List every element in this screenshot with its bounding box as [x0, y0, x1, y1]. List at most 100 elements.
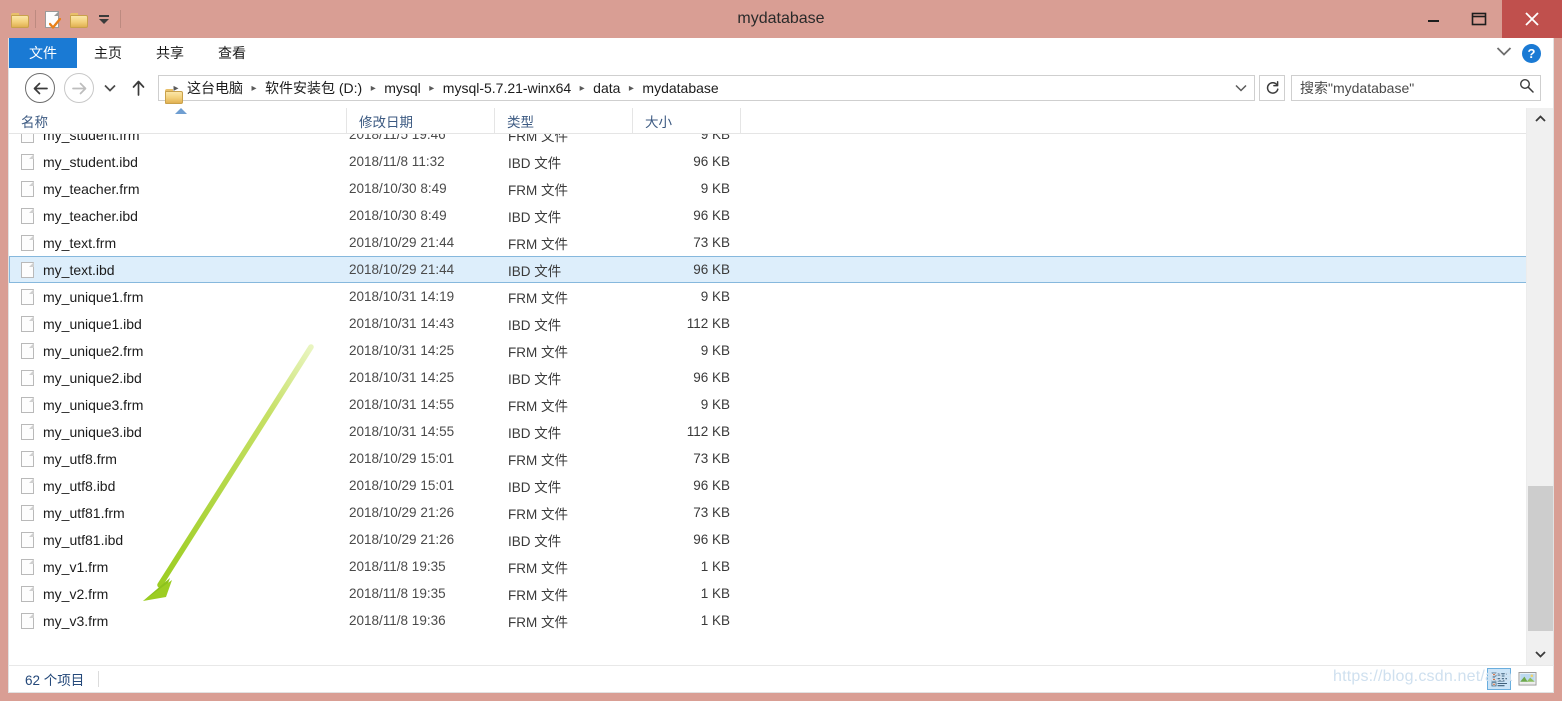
file-name-label: my_v1.frm — [43, 558, 109, 575]
file-size-cell: 96 KB — [693, 370, 730, 385]
file-size-cell: 73 KB — [693, 235, 730, 250]
file-list-pane: 名称 修改日期 类型 大小 my_student.frm 2018/11/5 19… — [8, 108, 1554, 665]
table-row[interactable]: my_student.frm 2018/11/5 19:46 FRM 文件 9 KB — [9, 134, 1528, 148]
search-icon[interactable] — [1519, 78, 1534, 98]
file-date-cell: 2018/10/31 14:55 — [349, 397, 455, 412]
table-row[interactable]: my_unique1.frm 2018/10/31 14:19 FRM 文件 9 KB — [9, 283, 1528, 310]
breadcrumb-separator: ▸ — [579, 82, 585, 94]
file-icon — [21, 585, 34, 602]
search-input[interactable] — [1298, 79, 1519, 97]
address-bar: ▸ 这台电脑 ▸ 软件安装包 (D:) ▸ mysql ▸ mysql-5.7.… — [8, 68, 1554, 108]
table-row[interactable]: my_teacher.ibd 2018/10/30 8:49 IBD 文件 96 KB — [9, 202, 1528, 229]
file-type-cell: FRM 文件 — [508, 614, 568, 630]
file-name-label: my_utf81.frm — [43, 504, 125, 521]
details-view-button[interactable] — [1487, 668, 1511, 690]
table-row[interactable]: my_text.frm 2018/10/29 21:44 FRM 文件 73 KB — [9, 229, 1528, 256]
file-name-cell: my_v3.frm — [10, 612, 348, 629]
file-name-cell: my_teacher.ibd — [10, 207, 348, 224]
file-size-cell: 1 KB — [700, 586, 730, 601]
table-row[interactable]: my_teacher.frm 2018/10/30 8:49 FRM 文件 9 KB — [9, 175, 1528, 202]
file-date-cell: 2018/10/29 21:26 — [349, 505, 455, 520]
table-row[interactable]: my_v1.frm 2018/11/8 19:35 FRM 文件 1 KB — [9, 553, 1528, 580]
forward-button[interactable] — [64, 73, 94, 103]
up-one-level-button[interactable] — [126, 76, 150, 100]
file-type-cell: IBD 文件 — [508, 425, 562, 441]
table-row[interactable]: my_student.ibd 2018/11/8 11:32 IBD 文件 96 KB — [9, 148, 1528, 175]
file-type-cell: FRM 文件 — [508, 452, 568, 468]
file-type-cell: IBD 文件 — [508, 155, 562, 171]
column-header-date[interactable]: 修改日期 — [347, 108, 495, 133]
table-row[interactable]: my_unique2.ibd 2018/10/31 14:25 IBD 文件 96 K… — [9, 364, 1528, 391]
file-type-cell: FRM 文件 — [508, 182, 568, 198]
tab-home[interactable]: 主页 — [77, 38, 139, 68]
minimize-button[interactable] — [1410, 0, 1456, 38]
breadcrumb-item-0[interactable]: 这台电脑 — [183, 78, 247, 98]
file-name-cell: my_unique3.ibd — [10, 423, 348, 440]
file-name-label: my_unique1.ibd — [43, 315, 142, 332]
chevron-down-icon[interactable] — [1232, 84, 1250, 92]
file-size-cell: 9 KB — [700, 134, 730, 142]
file-type-cell: FRM 文件 — [508, 506, 568, 522]
back-button[interactable] — [25, 73, 55, 103]
file-explorer-window: mydatabase 文件 主页 共享 查看 ? ▸ 这台电脑 ▸ 软件安装包 … — [0, 0, 1562, 701]
scrollbar-thumb[interactable] — [1528, 486, 1553, 631]
file-date-cell: 2018/11/8 19:35 — [349, 559, 446, 574]
vertical-scrollbar[interactable] — [1526, 108, 1553, 665]
tab-share[interactable]: 共享 — [139, 38, 201, 68]
file-icon — [21, 531, 34, 548]
breadcrumb-bar[interactable]: ▸ 这台电脑 ▸ 软件安装包 (D:) ▸ mysql ▸ mysql-5.7.… — [158, 75, 1255, 101]
file-type-cell: FRM 文件 — [508, 560, 568, 576]
column-header-name[interactable]: 名称 — [9, 108, 347, 133]
table-row[interactable]: my_utf8.ibd 2018/10/29 15:01 IBD 文件 96 KB — [9, 472, 1528, 499]
file-type-cell: FRM 文件 — [508, 134, 568, 144]
refresh-button[interactable] — [1259, 75, 1285, 101]
file-date-cell: 2018/10/29 21:26 — [349, 532, 455, 547]
close-button[interactable] — [1502, 0, 1562, 38]
recent-locations-button[interactable] — [100, 76, 120, 100]
file-name-label: my_utf8.ibd — [43, 477, 116, 494]
help-icon[interactable]: ? — [1522, 43, 1541, 63]
file-size-cell: 9 KB — [700, 343, 730, 358]
chevron-down-icon[interactable] — [1496, 44, 1512, 62]
file-date-cell: 2018/10/31 14:25 — [349, 370, 455, 385]
file-type-cell: FRM 文件 — [508, 344, 568, 360]
table-row[interactable]: my_text.ibd 2018/10/29 21:44 IBD 文件 96 KB — [9, 256, 1528, 283]
search-box[interactable] — [1291, 75, 1541, 101]
file-type-cell: FRM 文件 — [508, 290, 568, 306]
table-row[interactable]: my_utf81.frm 2018/10/29 21:26 FRM 文件 73 KB — [9, 499, 1528, 526]
file-list[interactable]: my_student.frm 2018/11/5 19:46 FRM 文件 9 KB m… — [9, 134, 1528, 665]
breadcrumb-item-5[interactable]: mydatabase — [638, 80, 722, 96]
file-name-cell: my_unique2.ibd — [10, 369, 348, 386]
table-row[interactable]: my_v2.frm 2018/11/8 19:35 FRM 文件 1 KB — [9, 580, 1528, 607]
file-date-cell: 2018/10/29 21:44 — [349, 262, 455, 277]
file-type-cell: IBD 文件 — [508, 533, 562, 549]
breadcrumb-item-1[interactable]: 软件安装包 (D:) — [261, 78, 366, 98]
column-header-size[interactable]: 大小 — [633, 108, 741, 133]
file-date-cell: 2018/10/29 21:44 — [349, 235, 455, 250]
table-row[interactable]: my_utf8.frm 2018/10/29 15:01 FRM 文件 73 KB — [9, 445, 1528, 472]
file-name-label: my_teacher.frm — [43, 180, 140, 197]
file-type-cell: FRM 文件 — [508, 236, 568, 252]
file-name-cell: my_student.frm — [10, 134, 348, 143]
column-header-type[interactable]: 类型 — [495, 108, 633, 133]
file-name-label: my_text.ibd — [43, 261, 115, 278]
maximize-button[interactable] — [1456, 0, 1502, 38]
table-row[interactable]: my_unique3.frm 2018/10/31 14:55 FRM 文件 9 KB — [9, 391, 1528, 418]
file-icon — [21, 153, 34, 170]
file-list-rows: my_student.frm 2018/11/5 19:46 FRM 文件 9 KB m… — [9, 134, 1528, 634]
tab-view[interactable]: 查看 — [201, 38, 263, 68]
table-row[interactable]: my_unique1.ibd 2018/10/31 14:43 IBD 文件 112 … — [9, 310, 1528, 337]
scroll-up-icon[interactable] — [1527, 108, 1553, 130]
column-header-row: 名称 修改日期 类型 大小 — [9, 108, 1528, 134]
breadcrumb-item-3[interactable]: mysql-5.7.21-winx64 — [439, 80, 575, 96]
breadcrumb-item-2[interactable]: mysql — [380, 80, 425, 96]
large-icons-view-button[interactable] — [1515, 668, 1539, 690]
table-row[interactable]: my_unique2.frm 2018/10/31 14:25 FRM 文件 9 KB — [9, 337, 1528, 364]
breadcrumb-item-4[interactable]: data — [589, 80, 624, 96]
tab-file[interactable]: 文件 — [9, 38, 77, 68]
table-row[interactable]: my_unique3.ibd 2018/10/31 14:55 IBD 文件 112 … — [9, 418, 1528, 445]
file-icon — [21, 423, 34, 440]
scroll-down-icon[interactable] — [1527, 643, 1553, 665]
table-row[interactable]: my_utf81.ibd 2018/10/29 21:26 IBD 文件 96 KB — [9, 526, 1528, 553]
table-row[interactable]: my_v3.frm 2018/11/8 19:36 FRM 文件 1 KB — [9, 607, 1528, 634]
